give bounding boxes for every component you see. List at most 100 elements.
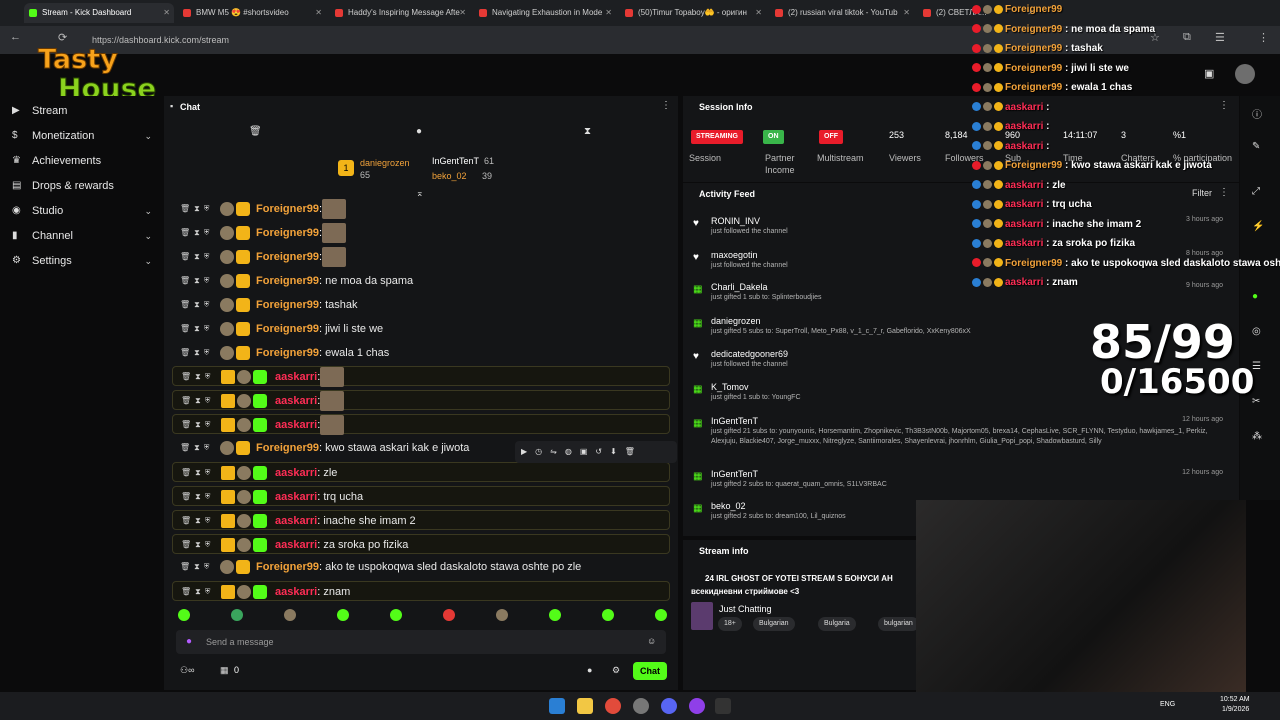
chat-username[interactable]: Foreigner99: [256, 323, 319, 335]
moderation-icons[interactable]: 🗑⧗⛨: [180, 223, 214, 243]
trash-icon[interactable]: 🗑: [249, 126, 262, 137]
chat-username[interactable]: Foreigner99: [256, 299, 319, 311]
chat-username[interactable]: aaskarri: [275, 371, 317, 383]
send-chat-button[interactable]: Chat: [633, 662, 667, 680]
chat-username[interactable]: Foreigner99: [256, 442, 319, 454]
avatar[interactable]: [1235, 64, 1255, 84]
activity-username[interactable]: Charli_Dakela: [711, 282, 1231, 293]
emote-button[interactable]: [655, 609, 667, 621]
emote-button[interactable]: [284, 609, 296, 621]
status-pill[interactable]: STREAMING: [691, 130, 743, 144]
clock-date[interactable]: 1/9/2026: [1222, 706, 1249, 713]
tag-pill[interactable]: Bulgarian: [753, 617, 795, 631]
moderation-icons[interactable]: 🗑⧗⛨: [180, 295, 214, 315]
chat-message[interactable]: 🗑⧗⛨ aaskarri: trq ucha: [172, 486, 670, 506]
chat-message[interactable]: 🗑⧗⛨ aaskarri:: [172, 414, 670, 435]
monitor-icon[interactable]: ▣: [1204, 67, 1214, 80]
emote-button[interactable]: [231, 609, 243, 621]
chat-username[interactable]: Foreigner99: [256, 251, 319, 263]
browser-tab[interactable]: Haddy's Inspiring Message Afte ✕: [330, 3, 470, 23]
activity-username[interactable]: InGentTenT: [711, 416, 1231, 427]
chrome-icon[interactable]: [605, 698, 621, 714]
chat-username[interactable]: aaskarri: [275, 515, 317, 527]
moderation-icons[interactable]: 🗑⧗⛨: [180, 319, 214, 339]
chat-username[interactable]: Foreigner99: [256, 347, 319, 359]
bolt-icon[interactable]: ⚡: [1252, 221, 1264, 232]
obs-icon[interactable]: [633, 698, 649, 714]
moderation-icons[interactable]: 🗑⧗⛨: [181, 463, 215, 483]
sidebar-item-channel[interactable]: ▮ Channel ⌄: [12, 225, 152, 247]
category-thumbnail[interactable]: [691, 602, 713, 630]
chat-message[interactable]: 🗑⧗⛨ Foreigner99: ne moa da spama: [172, 271, 670, 291]
language-indicator[interactable]: ENG: [1160, 701, 1175, 708]
activity-username[interactable]: InGentTenT: [711, 469, 1231, 480]
apps-icon[interactable]: ⁂: [1252, 431, 1262, 442]
terminal-icon[interactable]: [715, 698, 731, 714]
expand-icon[interactable]: ⤢: [1252, 186, 1260, 197]
message-input[interactable]: Send a message: [176, 630, 666, 654]
tag-pill[interactable]: Bulgaria: [818, 617, 856, 631]
moderation-icons[interactable]: 🗑⧗⛨: [180, 557, 214, 577]
chat-username[interactable]: aaskarri: [275, 539, 317, 551]
chat-message[interactable]: 🗑⧗⛨ aaskarri:: [172, 390, 670, 411]
category-name[interactable]: Just Chatting: [719, 604, 772, 614]
moderation-icons[interactable]: 🗑⧗⛨: [180, 271, 214, 291]
clock-time[interactable]: 10:52 AM: [1220, 696, 1250, 703]
close-icon[interactable]: ✕: [315, 3, 322, 23]
emote-button[interactable]: [390, 609, 402, 621]
hourglass-icon[interactable]: ⧗: [584, 126, 591, 137]
gift-icon[interactable]: ▦: [220, 665, 229, 676]
pin-icon[interactable]: ⌅: [416, 188, 424, 199]
chat-username[interactable]: aaskarri: [275, 395, 317, 407]
chat-username[interactable]: Foreigner99: [256, 227, 319, 239]
sidebar-item-monetization[interactable]: $ Monetization ⌄: [12, 125, 152, 147]
chat-message[interactable]: 🗑⧗⛨ Foreigner99:: [172, 247, 670, 267]
twitch-icon[interactable]: [689, 698, 705, 714]
tag-pill[interactable]: bulgarian: [878, 617, 919, 631]
status-pill[interactable]: OFF: [819, 130, 843, 144]
gear-icon[interactable]: ⚙: [612, 665, 620, 676]
activity-item[interactable]: ▦ Charli_Dakela just gifted 1 sub to: Spli…: [693, 282, 1231, 303]
moderation-icons[interactable]: 🗑⧗⛨: [181, 487, 215, 507]
activity-item[interactable]: ▦ InGentTenT just gifted 21 subs to: youny…: [693, 416, 1231, 447]
tune-icon[interactable]: ☰: [1215, 31, 1225, 44]
sidebar-item-stream[interactable]: ▶ Stream: [12, 100, 152, 122]
browser-tab[interactable]: Navigating Exhaustion in Mode ✕: [474, 3, 616, 23]
browser-tab[interactable]: (50)Timur Topaboy🤲 - оригин ✕: [620, 3, 766, 23]
emote-button[interactable]: [602, 609, 614, 621]
browser-tab[interactable]: (2) russian viral tiktok - YouTub ✕: [770, 3, 914, 23]
moderation-icons[interactable]: 🗑⧗⛨: [181, 367, 215, 387]
moderation-icons[interactable]: 🗑⧗⛨: [181, 391, 215, 411]
chat-username[interactable]: aaskarri: [275, 491, 317, 503]
edit-icon[interactable]: ✎: [1252, 141, 1260, 152]
close-icon[interactable]: ✕: [605, 3, 612, 23]
chat-message[interactable]: 🗑⧗⛨ aaskarri: inache she imam 2: [172, 510, 670, 530]
moderation-icons[interactable]: 🗑⧗⛨: [180, 438, 214, 458]
message-hover-toolbar[interactable]: ▶◷⇋◍▣↺⬇🗑: [515, 441, 677, 463]
chat-username[interactable]: Foreigner99: [256, 203, 319, 215]
mic-icon[interactable]: ●: [186, 636, 192, 647]
menu-dots-icon[interactable]: ⋮: [661, 100, 671, 111]
chat-message[interactable]: 🗑⧗⛨ Foreigner99:: [172, 223, 670, 243]
info-icon[interactable]: ⓘ: [1252, 106, 1262, 121]
activity-item[interactable]: ▦ InGentTenT just gifted 2 subs to: quaera…: [693, 469, 1231, 490]
browser-tab[interactable]: BMW M5 😍 #shortsvideo ✕: [178, 3, 326, 23]
close-icon[interactable]: ✕: [903, 3, 910, 23]
moderation-icons[interactable]: 🗑⧗⛨: [180, 343, 214, 363]
chat-message[interactable]: 🗑⧗⛨ Foreigner99:: [172, 199, 670, 219]
menu-dots-icon[interactable]: ⋮: [1258, 31, 1269, 44]
emote-button[interactable]: [443, 609, 455, 621]
sidebar-item-drops[interactable]: ▤ Drops & rewards: [12, 175, 152, 197]
chat-message[interactable]: 🗑⧗⛨ Foreigner99: ako te uspokoqwa sled da…: [172, 557, 670, 577]
windows-start-icon[interactable]: [549, 698, 565, 714]
moderation-icons[interactable]: 🗑⧗⛨: [181, 511, 215, 531]
chat-message[interactable]: 🗑⧗⛨ Foreigner99: jiwi li ste we: [172, 319, 670, 339]
chat-username[interactable]: aaskarri: [275, 419, 317, 431]
chat-bubble-icon[interactable]: ●: [587, 665, 592, 675]
extensions-icon[interactable]: ⧉: [1183, 31, 1191, 44]
emoji-icon[interactable]: ☺: [647, 636, 656, 646]
sidebar-item-achievements[interactable]: ♛ Achievements: [12, 150, 152, 172]
chat-username[interactable]: aaskarri: [275, 586, 317, 598]
chat-message[interactable]: 🗑⧗⛨ Foreigner99: ewala 1 chas: [172, 343, 670, 363]
menu-dots-icon[interactable]: ⋮: [1219, 187, 1229, 198]
